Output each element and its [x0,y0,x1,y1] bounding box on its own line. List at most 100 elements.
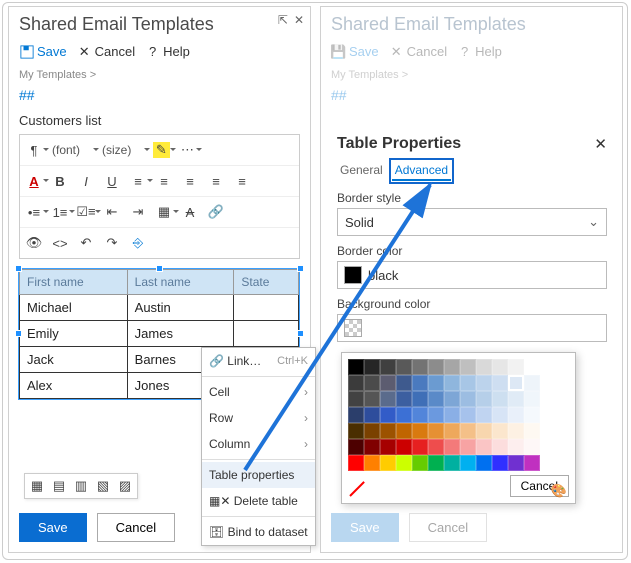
align-justify-button[interactable]: ≡ [231,170,253,192]
palette-swatch[interactable] [508,423,524,439]
palette-swatch[interactable] [428,391,444,407]
palette-swatch[interactable] [476,407,492,423]
number-list-button[interactable]: 1≡ [49,201,71,223]
italic-button[interactable]: I [75,170,97,192]
visibility-button[interactable]: 👁 [23,232,45,254]
table-insert-icon[interactable]: ▦ [27,476,47,496]
bg-color-input[interactable] [337,314,607,342]
palette-swatch[interactable] [364,375,380,391]
clear-format-button[interactable]: A [179,201,201,223]
palette-swatch[interactable] [428,423,444,439]
ctx-delete-table[interactable]: ▦✕ Delete table [202,488,315,514]
palette-swatch[interactable] [428,439,444,455]
link-button[interactable]: 🔗 [205,201,227,223]
size-dropdown[interactable]: (size) [99,143,134,157]
resize-handle[interactable] [297,265,304,272]
more-button[interactable]: ⋯ [176,139,198,161]
palette-swatch[interactable] [524,423,540,439]
col-header[interactable]: State [234,270,299,295]
highlight-button[interactable]: ✎ [150,139,172,161]
palette-swatch[interactable] [364,423,380,439]
border-color-input[interactable]: black [337,261,607,289]
resize-handle[interactable] [297,330,304,337]
palette-swatch[interactable] [492,375,508,391]
palette-swatch[interactable] [380,407,396,423]
palette-swatch[interactable] [508,375,524,391]
palette-swatch[interactable] [444,391,460,407]
palette-swatch[interactable] [396,375,412,391]
palette-swatch[interactable] [492,423,508,439]
palette-swatch[interactable] [380,375,396,391]
ctx-table-properties[interactable]: Table properties [202,462,315,488]
palette-swatch[interactable] [412,375,428,391]
palette-swatch[interactable] [492,439,508,455]
palette-swatch[interactable] [444,359,460,375]
ctx-column[interactable]: Column [202,431,315,457]
palette-swatch[interactable] [396,439,412,455]
palette-swatch[interactable] [380,423,396,439]
palette-swatch[interactable] [412,423,428,439]
palette-swatch[interactable] [460,423,476,439]
palette-swatch[interactable] [476,423,492,439]
palette-swatch[interactable] [364,455,380,471]
palette-swatch[interactable] [524,359,540,375]
table-row[interactable]: MichaelAustin [20,295,299,321]
palette-swatch[interactable] [380,359,396,375]
palette-swatch[interactable] [348,391,364,407]
resize-handle[interactable] [15,330,22,337]
palette-swatch[interactable] [380,439,396,455]
palette-swatch[interactable] [428,407,444,423]
palette-swatch[interactable] [396,407,412,423]
row-below-icon[interactable]: ▥ [71,476,91,496]
palette-swatch[interactable] [412,359,428,375]
palette-swatch[interactable] [524,407,540,423]
resize-handle[interactable] [15,265,22,272]
table-cell[interactable] [234,321,299,347]
table-cell[interactable]: James [127,321,234,347]
palette-swatch[interactable] [524,455,540,471]
palette-swatch[interactable] [476,391,492,407]
palette-swatch[interactable] [396,391,412,407]
dialog-close-icon[interactable]: ✕ [594,135,607,153]
palette-swatch[interactable] [444,455,460,471]
pin-icon[interactable]: ⇱ [278,13,288,27]
redo-button[interactable]: ↷ [101,232,123,254]
palette-swatch[interactable] [380,455,396,471]
palette-swatch[interactable] [460,407,476,423]
palette-swatch[interactable] [476,359,492,375]
code-button[interactable]: <> [49,232,71,254]
breadcrumb[interactable]: My Templates > [9,65,310,85]
align-dropdown[interactable]: ≡ [127,170,149,192]
palette-swatch[interactable] [444,407,460,423]
undo-button[interactable]: ↶ [75,232,97,254]
palette-swatch[interactable] [428,375,444,391]
palette-swatch[interactable] [444,439,460,455]
col-right-icon[interactable]: ▨ [115,476,135,496]
palette-swatch[interactable] [508,359,524,375]
palette-swatch[interactable] [412,439,428,455]
ctx-bind-dataset[interactable]: 🗄 Bind to dataset [202,519,315,545]
table-cell[interactable]: Austin [127,295,234,321]
palette-swatch[interactable] [348,359,364,375]
palette-swatch[interactable] [508,455,524,471]
palette-swatch[interactable] [460,455,476,471]
underline-button[interactable]: U [101,170,123,192]
eyedropper-icon[interactable]: 🎨 [551,483,567,499]
col-left-icon[interactable]: ▧ [93,476,113,496]
table-cell[interactable]: Emily [20,321,128,347]
palette-swatch[interactable] [348,375,364,391]
table-row[interactable]: EmilyJames [20,321,299,347]
palette-swatch[interactable] [524,375,540,391]
ctx-cell[interactable]: Cell [202,379,315,405]
heading-dropdown[interactable]: ¶ [23,139,45,161]
palette-swatch[interactable] [460,439,476,455]
palette-swatch[interactable] [476,455,492,471]
palette-swatch[interactable] [492,455,508,471]
cancel-action[interactable]: ✕ Cancel [77,44,135,59]
palette-swatch[interactable] [508,391,524,407]
tab-advanced[interactable]: Advanced [392,161,451,181]
col-header[interactable]: First name [20,270,128,295]
table-cell[interactable]: Michael [20,295,128,321]
palette-swatch[interactable] [460,375,476,391]
palette-swatch[interactable] [412,407,428,423]
